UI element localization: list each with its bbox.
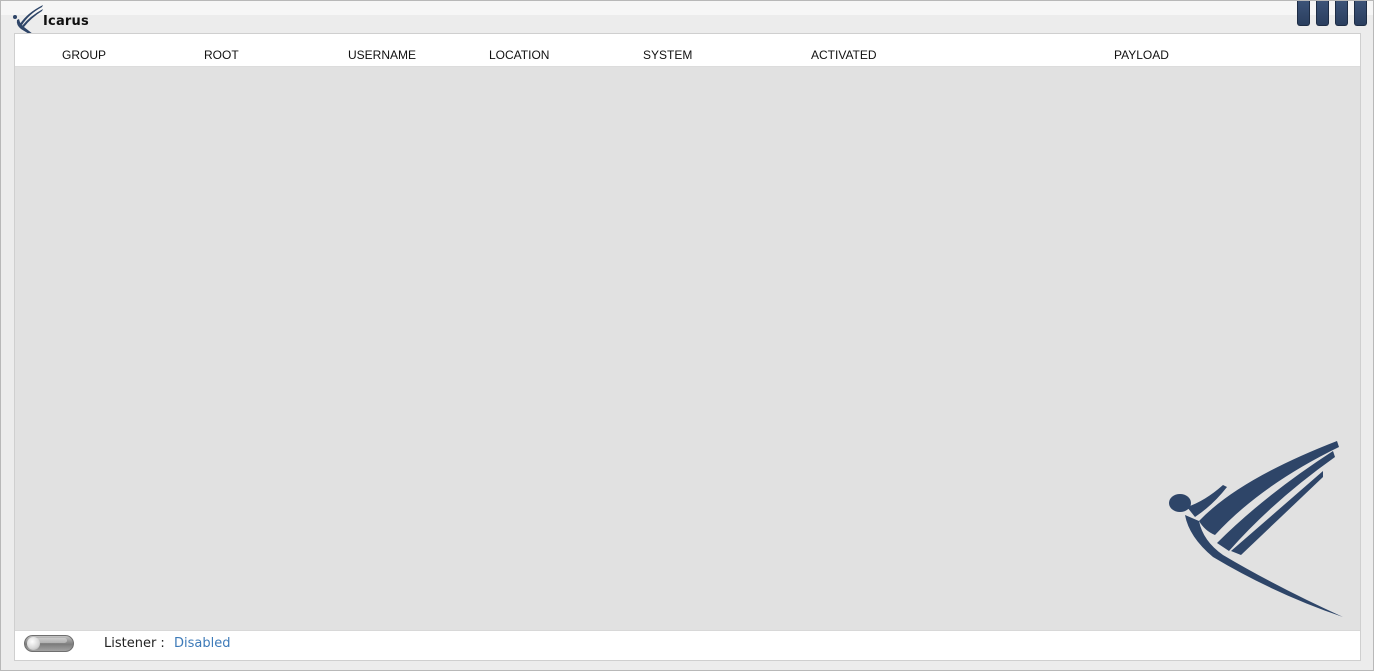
icarus-watermark-icon xyxy=(1169,441,1343,617)
clients-panel: GROUP ROOT USERNAME LOCATION SYSTEM ACTI… xyxy=(14,33,1361,661)
window-control-3[interactable] xyxy=(1335,1,1348,26)
column-header-username[interactable]: USERNAME xyxy=(348,48,416,62)
window-controls xyxy=(1297,1,1367,26)
column-header-payload[interactable]: PAYLOAD xyxy=(1114,48,1169,62)
title-bar xyxy=(1,1,1373,15)
listener-label: Listener : xyxy=(104,636,165,651)
app-title: Icarus xyxy=(43,14,89,29)
app-window: Icarus GROUP ROOT USERNAME LOCATION SYST… xyxy=(0,0,1374,671)
column-header-activated[interactable]: ACTIVATED xyxy=(811,48,877,62)
window-control-4[interactable] xyxy=(1354,1,1367,26)
column-header-root[interactable]: ROOT xyxy=(204,48,239,62)
window-control-2[interactable] xyxy=(1316,1,1329,26)
toggle-knob xyxy=(27,637,40,650)
column-header-location[interactable]: LOCATION xyxy=(489,48,549,62)
listener-status-value: Disabled xyxy=(174,636,231,651)
window-control-1[interactable] xyxy=(1297,1,1310,26)
column-header-group[interactable]: GROUP xyxy=(62,48,106,62)
status-bar: Listener : Disabled xyxy=(15,630,1360,660)
table-header: GROUP ROOT USERNAME LOCATION SYSTEM ACTI… xyxy=(15,34,1360,67)
listener-toggle[interactable] xyxy=(24,635,74,652)
column-header-system[interactable]: SYSTEM xyxy=(643,48,692,62)
